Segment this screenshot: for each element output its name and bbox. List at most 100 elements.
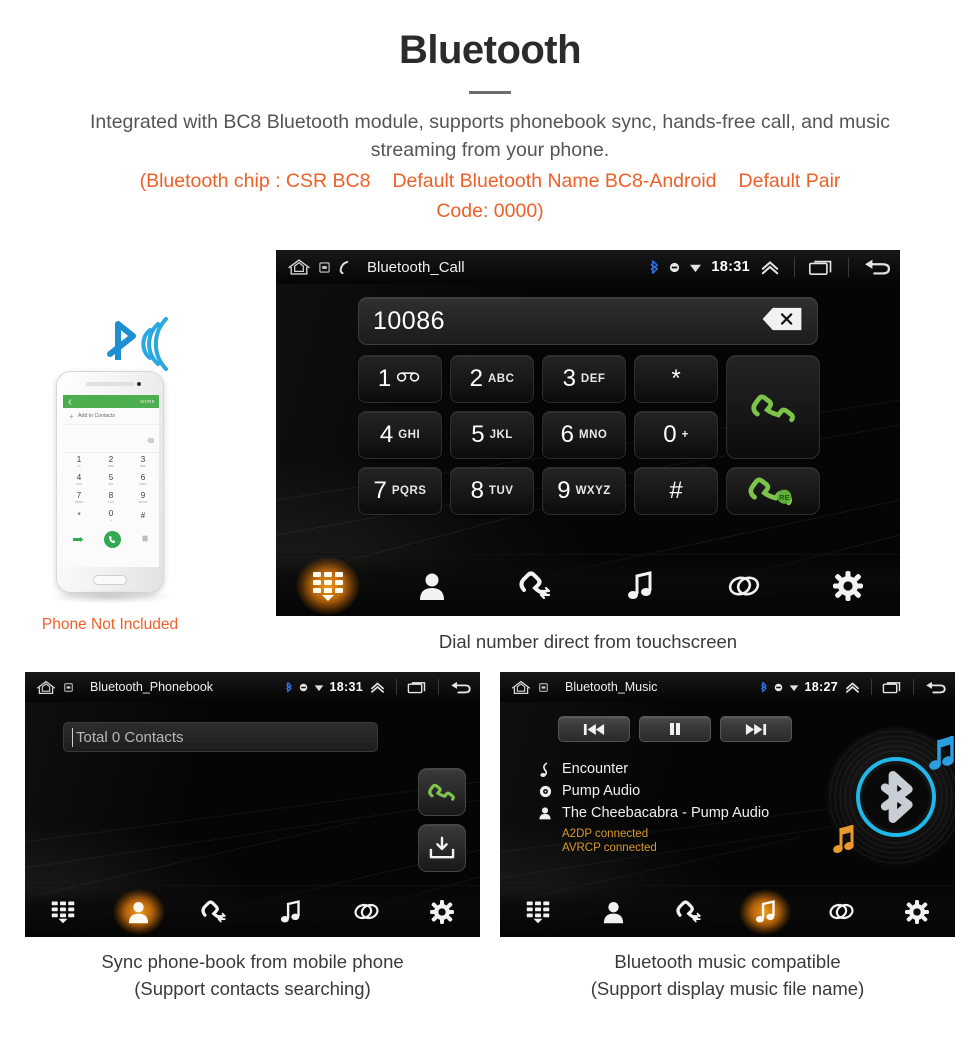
toolbar-call-history[interactable] [177, 886, 253, 937]
key-4[interactable]: 4 GHI [358, 411, 442, 459]
toolbar-settings[interactable] [404, 886, 480, 937]
phone-backspace-icon [147, 430, 154, 448]
call-screen-caption: Dial number direct from touchscreen [438, 631, 738, 652]
phone-key: 7 PQRS [74, 491, 84, 505]
spec-bt-name: Default Bluetooth Name BC8-Android [392, 170, 717, 192]
dialpad-icon [311, 570, 345, 602]
artist-name: The Cheebacabra - Pump Audio [562, 805, 770, 821]
phone-keypad: 1 oo 2 ABC 3 DEF 4 GHI 5 JKL 6 MNO 7 PQRS 8 TUV … [63, 453, 159, 525]
app-square-icon[interactable] [64, 682, 73, 692]
recents-icon[interactable] [808, 258, 835, 276]
back-icon[interactable] [862, 256, 892, 278]
key-1[interactable]: 1 [358, 355, 442, 403]
skip-previous-icon [583, 723, 605, 735]
chevron-up-icon[interactable] [759, 258, 781, 276]
pause-button[interactable] [639, 716, 711, 742]
toolbar-dialpad[interactable] [500, 886, 576, 937]
contacts-search-input[interactable]: Total 0 Contacts [63, 722, 378, 752]
circle-minus-icon [299, 683, 308, 692]
phone-body: MORE Add to Contacts 1 oo 2 ABC 3 DEF 4 GHI [56, 371, 164, 593]
music-statusbar-time: 18:27 [804, 680, 838, 694]
call-bottom-toolbar [276, 554, 900, 616]
phone-more-label: MORE [140, 399, 155, 404]
call-statusbar: Bluetooth_Call 18:31 [276, 250, 900, 284]
key-hash[interactable]: # [634, 467, 718, 515]
call-button[interactable] [726, 355, 820, 459]
music-screen-title: Bluetooth_Music [565, 680, 658, 694]
phone-keypad-icon [142, 535, 148, 541]
home-icon[interactable] [35, 679, 57, 696]
toolbar-settings[interactable] [879, 886, 955, 937]
music-caption: Bluetooth music compatible (Support disp… [500, 948, 955, 1002]
phone-key: 9 WXYZ [138, 491, 148, 505]
link-icon [727, 574, 761, 598]
home-icon[interactable] [286, 257, 312, 277]
key-0[interactable]: 0 + [634, 411, 718, 459]
toolbar-contacts[interactable] [101, 886, 177, 937]
toolbar-contacts[interactable] [380, 555, 484, 616]
dial-number-field[interactable]: 10086 [358, 297, 818, 345]
toolbar-link[interactable] [803, 886, 879, 937]
toolbar-music[interactable] [727, 886, 803, 937]
bluetooth-icon [649, 259, 660, 275]
music-note-icon [755, 899, 776, 924]
toolbar-dialpad[interactable] [25, 886, 101, 937]
previous-button[interactable] [558, 716, 630, 742]
toolbar-call-history[interactable] [484, 555, 588, 616]
call-history-icon [676, 899, 703, 924]
phone-key: 3 DEF [140, 455, 146, 469]
phonebook-caption-line2: (Support contacts searching) [134, 978, 371, 999]
toolbar-link[interactable] [692, 555, 796, 616]
phone-screen: MORE Add to Contacts 1 oo 2 ABC 3 DEF 4 GHI [63, 395, 159, 567]
phone-shadow [46, 590, 174, 604]
chevron-up-icon[interactable] [369, 680, 386, 694]
next-button[interactable] [720, 716, 792, 742]
link-icon [828, 902, 855, 921]
toolbar-contacts[interactable] [576, 886, 652, 937]
toolbar-music[interactable] [252, 886, 328, 937]
key-9[interactable]: 9 WXYZ [542, 467, 626, 515]
spec-text: (Bluetooth chip : CSR BC8 Default Bluetoo… [0, 166, 980, 226]
page-root: Bluetooth Integrated with BC8 Bluetooth … [0, 0, 980, 1048]
download-sync-icon [429, 836, 455, 859]
phonebook-sync-button[interactable] [418, 824, 466, 872]
dial-keypad: 1 2 ABC 3 DEF * 4 GHI 5 JKL 6 MNO 0 + 7 PQRS 8T… [358, 355, 820, 515]
key-7[interactable]: 7 PQRS [358, 467, 442, 515]
key-5[interactable]: 5 JKL [450, 411, 534, 459]
toolbar-dialpad[interactable] [276, 555, 380, 616]
bluetooth-phonebook-screen: Bluetooth_Phonebook 18:31 Total 0 Contac… [25, 672, 480, 937]
wifi-icon [689, 262, 702, 273]
avrcp-status: AVRCP connected [562, 842, 657, 854]
backspace-icon[interactable] [761, 307, 803, 336]
key-3[interactable]: 3 DEF [542, 355, 626, 403]
key-6[interactable]: 6 MNO [542, 411, 626, 459]
toolbar-settings[interactable] [796, 555, 900, 616]
home-icon[interactable] [510, 679, 532, 696]
chevron-up-icon[interactable] [844, 680, 861, 694]
bluetooth-call-screen: Bluetooth_Call 18:31 10086 1 2 ABC 3 DEF… [276, 250, 900, 616]
phone-key: 8 TUV [108, 491, 114, 505]
phonebook-screen-title: Bluetooth_Phonebook [90, 680, 214, 694]
phonebook-statusbar: Bluetooth_Phonebook 18:31 [25, 672, 480, 702]
app-square-icon[interactable] [319, 261, 330, 273]
recents-icon[interactable] [882, 680, 903, 694]
a2dp-status: A2DP connected [562, 828, 649, 840]
key-8[interactable]: 8 TUV [450, 467, 534, 515]
artist-row: The Cheebacabra - Pump Audio [538, 802, 769, 824]
back-icon[interactable] [924, 679, 947, 696]
handset-icon[interactable] [337, 260, 350, 275]
recents-icon[interactable] [407, 680, 428, 694]
phone-key: # [140, 511, 146, 520]
back-icon[interactable] [449, 679, 472, 696]
key-star[interactable]: * [634, 355, 718, 403]
redial-button[interactable]: RE [726, 467, 820, 515]
page-title: Bluetooth [398, 28, 582, 72]
toolbar-link[interactable] [328, 886, 404, 937]
phonebook-call-button[interactable] [418, 768, 466, 816]
key-2[interactable]: 2 ABC [450, 355, 534, 403]
contact-icon [538, 806, 552, 820]
green-handset-icon [751, 394, 795, 423]
app-square-icon[interactable] [539, 682, 548, 692]
toolbar-music[interactable] [588, 555, 692, 616]
toolbar-call-history[interactable] [652, 886, 728, 937]
